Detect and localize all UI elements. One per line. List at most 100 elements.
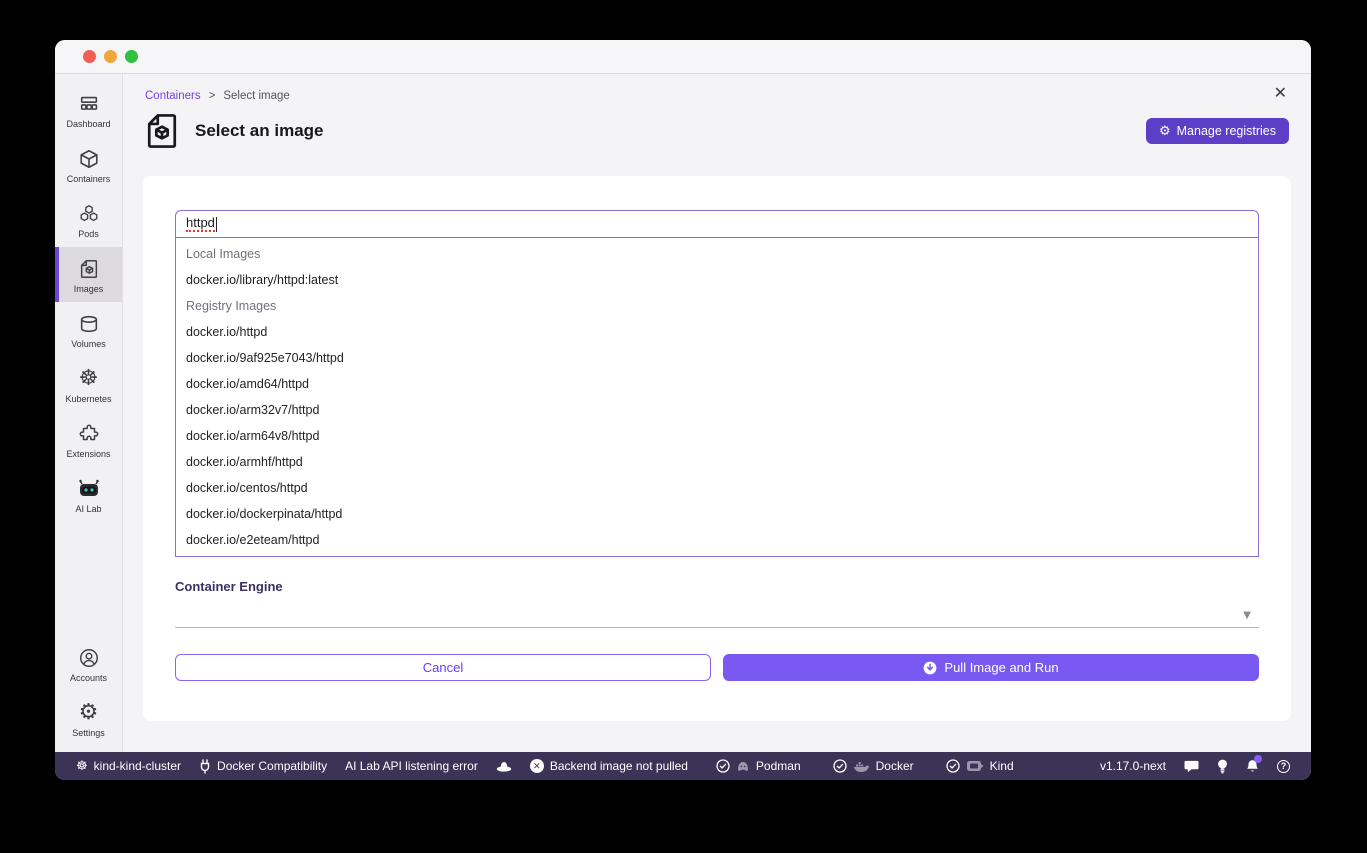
image-suggestion[interactable]: docker.io/9af925e7043/httpd — [176, 345, 1258, 371]
image-suggestion[interactable]: docker.io/armhf/httpd — [176, 449, 1258, 475]
image-suggestion[interactable]: docker.io/dockerpinata/httpd — [176, 501, 1258, 527]
sidebar-item-label: Settings — [72, 728, 105, 738]
sidebar-item-label: Containers — [67, 174, 111, 184]
podman-seal-icon — [736, 760, 750, 772]
manage-registries-button[interactable]: ⚙ Manage registries — [1146, 118, 1289, 144]
containers-cube-icon — [78, 146, 100, 172]
chat-bubble-icon — [1184, 759, 1199, 773]
sidebar-item-ai-lab[interactable]: AI Lab — [55, 467, 122, 522]
image-search-input[interactable]: httpd — [175, 210, 1259, 238]
sidebar-item-label: Kubernetes — [65, 394, 111, 404]
sidebar-item-settings[interactable]: ⚙ Settings — [55, 691, 122, 746]
sidebar-item-label: Accounts — [70, 673, 107, 683]
kind-logo-icon — [966, 760, 984, 772]
select-image-icon — [145, 112, 179, 150]
tips-button[interactable] — [1208, 759, 1237, 774]
sidebar-item-volumes[interactable]: Volumes — [55, 302, 122, 357]
sidebar-item-accounts[interactable]: Accounts — [55, 636, 122, 691]
sidebar-item-label: Extensions — [66, 449, 110, 459]
image-suggestion[interactable]: docker.io/e2eteam/httpd — [176, 527, 1258, 553]
dashboard-icon — [78, 91, 100, 117]
cancel-button[interactable]: Cancel — [175, 654, 711, 681]
titlebar — [55, 40, 1311, 74]
gear-icon: ⚙ — [1159, 125, 1171, 138]
sidebar-item-extensions[interactable]: Extensions — [55, 412, 122, 467]
statusbar-docker-compatibility[interactable]: Docker Compatibility — [190, 759, 336, 774]
volumes-icon — [78, 311, 100, 337]
error-circle-icon: ✕ — [530, 759, 544, 773]
statusbar-backend-error[interactable]: ✕ Backend image not pulled — [521, 759, 697, 773]
sidebar-spacer — [55, 522, 122, 636]
statusbar-redhat-signin[interactable] — [487, 760, 521, 773]
sidebar-item-dashboard[interactable]: Dashboard — [55, 82, 122, 137]
close-window-button[interactable] — [83, 50, 96, 63]
title-row: Select an image ⚙ Manage registries — [145, 112, 1289, 150]
kubernetes-icon: ☸ — [79, 366, 99, 392]
image-suggestion[interactable]: docker.io/arm64v8/httpd — [176, 423, 1258, 449]
kubernetes-wheel-icon: ☸ — [76, 760, 88, 773]
image-suggestion[interactable]: docker.io/httpd — [176, 319, 1258, 345]
search-input-value: httpd — [186, 216, 215, 232]
bell-icon — [1246, 759, 1259, 773]
images-icon — [78, 256, 100, 282]
breadcrumb-current: Select image — [223, 90, 289, 102]
statusbar-podman[interactable]: Podman — [707, 759, 810, 773]
container-engine-label: Container Engine — [175, 579, 1259, 594]
breadcrumb-separator: > — [209, 90, 216, 102]
statusbar-ai-lab-error[interactable]: AI Lab API listening error — [336, 759, 487, 773]
feedback-button[interactable] — [1175, 759, 1208, 773]
check-circle-icon — [946, 759, 960, 773]
sidebar-item-label: Pods — [78, 229, 99, 239]
image-suggestion[interactable]: docker.io/amd64/httpd — [176, 371, 1258, 397]
sidebar-item-kubernetes[interactable]: ☸ Kubernetes — [55, 357, 122, 412]
sidebar: Dashboard Containers Pods — [55, 74, 123, 752]
breadcrumb-containers-link[interactable]: Containers — [145, 90, 201, 102]
statusbar-kind[interactable]: Kind — [937, 759, 1023, 773]
plug-icon — [199, 759, 211, 774]
image-suggestion[interactable]: docker.io/library/httpd:latest — [176, 267, 1258, 293]
sidebar-item-label: AI Lab — [75, 504, 101, 514]
notifications-button[interactable] — [1237, 759, 1268, 773]
notification-badge — [1254, 755, 1262, 763]
download-circle-icon — [923, 661, 937, 675]
minimize-window-button[interactable] — [104, 50, 117, 63]
breadcrumb: Containers > Select image — [145, 90, 1289, 102]
status-bar: ☸ kind-kind-cluster Docker Compatibility… — [55, 752, 1311, 780]
sidebar-item-label: Dashboard — [66, 119, 110, 129]
main-panel: ✕ Containers > Select image Selec — [123, 74, 1311, 752]
image-group-header: Registry Images — [176, 293, 1258, 319]
help-button[interactable]: ? — [1268, 760, 1299, 773]
image-group-header: Local Images — [176, 241, 1258, 267]
sidebar-item-label: Images — [74, 284, 104, 294]
screen: Dashboard Containers Pods — [0, 0, 1367, 853]
pull-image-and-run-button[interactable]: Pull Image and Run — [723, 654, 1259, 681]
image-suggestion[interactable]: docker.io/futdrvt/httpd — [176, 553, 1258, 557]
docker-whale-icon — [853, 760, 870, 773]
image-suggestion[interactable]: docker.io/centos/httpd — [176, 475, 1258, 501]
sidebar-item-label: Volumes — [71, 339, 106, 349]
image-suggestions: Local Imagesdocker.io/library/httpd:late… — [175, 238, 1259, 557]
statusbar-kind-cluster[interactable]: ☸ kind-kind-cluster — [67, 759, 190, 773]
text-caret — [216, 217, 217, 232]
sidebar-item-pods[interactable]: Pods — [55, 192, 122, 247]
sidebar-item-containers[interactable]: Containers — [55, 137, 122, 192]
accounts-user-icon — [78, 645, 100, 671]
help-icon: ? — [1277, 760, 1290, 773]
close-page-icon[interactable]: ✕ — [1274, 86, 1287, 102]
container-engine-select[interactable]: ▼ — [175, 596, 1259, 628]
hat-icon — [496, 760, 512, 773]
maximize-window-button[interactable] — [125, 50, 138, 63]
app-window: Dashboard Containers Pods — [55, 40, 1311, 780]
image-suggestion[interactable]: docker.io/arm32v7/httpd — [176, 397, 1258, 423]
action-buttons: Cancel Pull Image and Run — [175, 654, 1259, 681]
statusbar-docker[interactable]: Docker — [824, 759, 923, 773]
sidebar-item-images[interactable]: Images — [55, 247, 122, 302]
ai-lab-robot-icon — [77, 476, 101, 502]
lightbulb-icon — [1217, 759, 1228, 774]
page-header: Containers > Select image Select an imag… — [123, 74, 1311, 150]
chevron-down-icon: ▼ — [1243, 610, 1251, 621]
settings-gear-icon: ⚙ — [79, 700, 99, 726]
pods-icon — [78, 201, 100, 227]
statusbar-right: v1.17.0-next ? — [1091, 759, 1299, 774]
version-label: v1.17.0-next — [1091, 759, 1175, 773]
